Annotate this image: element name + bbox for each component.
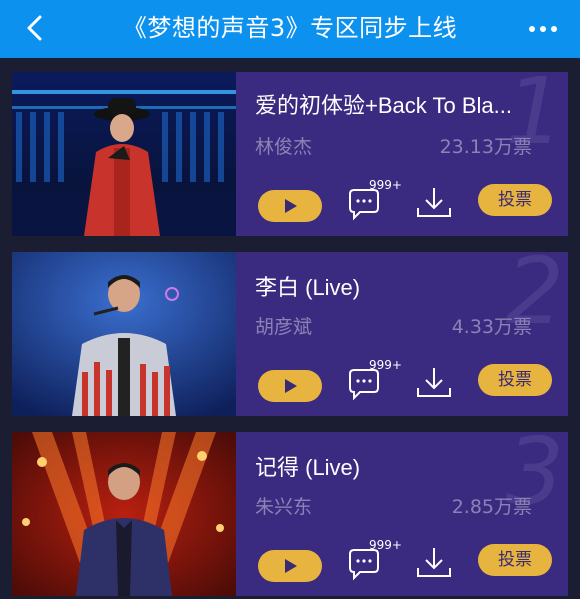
more-button[interactable] (524, 14, 562, 44)
download-icon (417, 368, 451, 397)
vote-count: 4.33万票 (451, 316, 532, 338)
back-button[interactable] (18, 10, 54, 46)
vote-button[interactable]: 投票 (478, 544, 552, 576)
performer-photo-1 (12, 72, 236, 236)
song-title[interactable]: 李白 (Live) (255, 270, 555, 302)
song-thumbnail[interactable] (12, 72, 236, 236)
song-card[interactable]: 1 爱的初体验+Back To Bla... 林俊杰 23.13万票 999+ … (12, 72, 568, 236)
vote-button[interactable]: 投票 (478, 184, 552, 216)
song-thumbnail[interactable] (12, 252, 236, 416)
vote-button[interactable]: 投票 (478, 364, 552, 396)
download-button[interactable] (414, 184, 454, 224)
play-icon (285, 199, 297, 213)
play-button[interactable] (258, 190, 322, 222)
comment-count: 999+ (369, 538, 402, 552)
play-button[interactable] (258, 370, 322, 402)
song-title[interactable]: 记得 (Live) (255, 450, 555, 482)
artist-name[interactable]: 胡彦斌 (255, 312, 312, 339)
play-icon (285, 379, 297, 393)
song-thumbnail[interactable] (12, 432, 236, 596)
page-title: 《梦想的声音3》专区同步上线 (122, 14, 458, 42)
comment-count: 999+ (369, 178, 402, 192)
play-icon (285, 559, 297, 573)
play-button[interactable] (258, 550, 322, 582)
more-dots-icon (529, 26, 557, 32)
performer-photo-3 (12, 432, 236, 596)
download-icon (417, 188, 451, 217)
download-button[interactable] (414, 544, 454, 584)
artist-name[interactable]: 朱兴东 (255, 492, 312, 519)
download-button[interactable] (414, 364, 454, 404)
song-title[interactable]: 爱的初体验+Back To Bla... (255, 88, 555, 120)
performer-photo-2 (12, 252, 236, 416)
chevron-left-icon (27, 15, 42, 41)
song-list: 1 爱的初体验+Back To Bla... 林俊杰 23.13万票 999+ … (0, 58, 580, 599)
artist-name[interactable]: 林俊杰 (255, 132, 312, 159)
song-card[interactable]: 2 李白 (Live) 胡彦斌 4.33万票 999+ 投票 (12, 252, 568, 416)
song-card[interactable]: 3 记得 (Live) 朱兴东 2.85万票 999+ 投票 (12, 432, 568, 596)
top-bar: 《梦想的声音3》专区同步上线 (0, 0, 580, 58)
comment-count: 999+ (369, 358, 402, 372)
download-icon (417, 548, 451, 577)
vote-count: 2.85万票 (451, 496, 532, 518)
vote-count: 23.13万票 (439, 136, 532, 158)
